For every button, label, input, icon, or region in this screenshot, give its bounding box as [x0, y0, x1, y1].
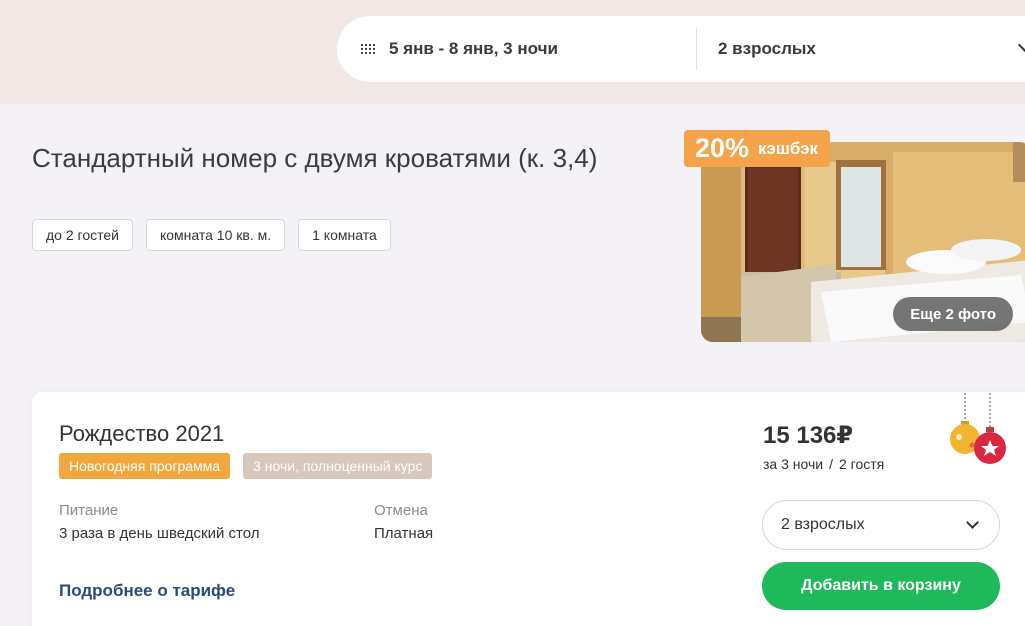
tag-area: комната 10 кв. м. — [145, 219, 286, 251]
tag-guests: до 2 гостей — [32, 219, 133, 251]
more-photos-button[interactable]: Еще 2 фото — [893, 297, 1013, 331]
date-range-field[interactable]: 5 янв - 8 янв, 3 ночи — [361, 16, 558, 82]
meals-label: Питание — [59, 502, 119, 519]
price: 15 136₽ — [763, 422, 854, 449]
price-nights: за 3 ночи — [763, 456, 824, 472]
cashback-percent: 20% — [695, 133, 750, 163]
tariff-card: Рождество 2021 Новогодняя программа 3 но… — [32, 392, 1025, 626]
search-divider — [696, 28, 697, 70]
badge-course: 3 ночи, полноценный курс — [243, 453, 433, 479]
date-range-text: 5 янв - 8 янв, 3 ночи — [389, 39, 558, 58]
guests-field[interactable]: 2 взрослых — [718, 16, 816, 82]
chevron-down-icon[interactable] — [1017, 37, 1025, 53]
cancel-value: Платная — [374, 525, 434, 542]
room-tags: до 2 гостей комната 10 кв. м. 1 комната — [32, 219, 391, 251]
cancel-label: Отмена — [374, 502, 428, 519]
tag-rooms: 1 комната — [298, 219, 391, 251]
price-guests: 2 гостя — [839, 456, 885, 472]
calendar-icon — [361, 43, 375, 55]
guest-select[interactable]: 2 взрослых — [762, 500, 1000, 550]
search-bar: 5 янв - 8 янв, 3 ночи 2 взрослых — [337, 16, 1025, 82]
room-photo[interactable]: Еще 2 фото — [701, 142, 1025, 342]
chevron-down-icon — [966, 516, 979, 529]
cashback-badge: 20% кэшбэк — [684, 130, 831, 167]
guest-select-value: 2 взрослых — [781, 516, 865, 533]
tariff-badges: Новогодняя программа 3 ночи, полноценный… — [59, 453, 433, 479]
top-band: 5 янв - 8 янв, 3 ночи 2 взрослых — [0, 0, 1025, 104]
room-title: Стандартный номер с двумя кроватями (к. … — [32, 143, 598, 173]
price-details: за 3 ночи / 2 гостя — [763, 456, 884, 472]
cashback-label: кэшбэк — [758, 138, 819, 158]
christmas-ornaments-icon — [950, 393, 1006, 464]
price-separator: / — [829, 456, 833, 472]
tariff-name: Рождество 2021 — [59, 421, 225, 446]
meals-value: 3 раза в день шведский стол — [59, 525, 260, 542]
add-to-cart-button[interactable]: Добавить в корзину — [762, 562, 1000, 610]
badge-new-year-program: Новогодняя программа — [59, 453, 231, 479]
tariff-details-link[interactable]: Подробнее о тарифе — [59, 581, 235, 601]
